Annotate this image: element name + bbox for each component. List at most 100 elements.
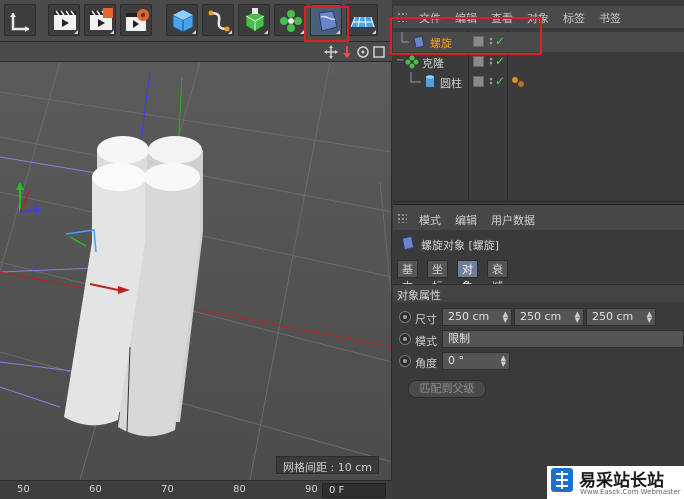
visibility-dots-icon[interactable] [489,57,493,66]
size-keyframe-radio[interactable] [399,311,411,323]
menu-edit[interactable]: 编辑 [455,10,477,26]
tab-falloff[interactable]: 衰减 [487,260,508,293]
helix-object-icon [413,35,425,49]
tab-coordinates[interactable]: 坐标 [427,260,448,293]
render-to-picture-viewer-button[interactable] [84,4,116,36]
panel-grip-icon[interactable] [397,12,407,22]
mode-select[interactable]: 限制 [442,330,684,348]
render-picture-more-icon [110,30,114,34]
size-z-value: 250 cm [592,310,634,323]
helix-object-icon [401,235,415,251]
zoom-view-icon[interactable] [340,45,354,59]
angle-label: 角度 [415,357,437,370]
menu-edit[interactable]: 编辑 [455,212,477,228]
menu-object[interactable]: 对象 [527,10,549,26]
mode-label: 模式 [415,335,437,348]
section-title: 对象属性 [397,289,441,302]
cloner-object-icon [405,55,419,69]
spline-pen-button[interactable] [202,4,234,36]
phong-tag-icon[interactable] [511,76,525,88]
floor-object-button[interactable] [346,4,378,36]
cube-object-button[interactable] [166,4,198,36]
visibility-dots-icon[interactable] [489,77,493,86]
cloned-cylinders [64,136,203,437]
visibility-dots-icon[interactable] [489,37,493,46]
object-list: 螺旋 ✓ − 克隆 ✓ 圆柱 ✓ [393,30,684,202]
menu-mode[interactable]: 模式 [419,212,441,228]
render-view-button[interactable] [48,4,80,36]
size-y-value: 250 cm [520,310,562,323]
3d-viewport[interactable]: 网格间距 : 10 cm [0,62,392,480]
tree-branch-icon [410,72,421,83]
site-url: Www.Easck.Com Webmaster [580,488,681,496]
mode-keyframe-radio[interactable] [399,333,411,345]
object-row-cylinder[interactable]: 圆柱 ✓ [393,72,684,92]
render-gear-icon [126,9,149,31]
size-y-field[interactable]: 250 cm ▲ ▼ [514,308,584,326]
render-settings-button[interactable] [120,4,152,36]
timeline-tick: 50 [17,484,30,495]
deformer-more-icon [336,30,340,34]
angle-value: 0 ° [448,354,464,367]
timeline-tick: 60 [89,484,102,495]
mode-value: 限制 [448,332,470,345]
layer-tag-icon[interactable] [473,36,484,47]
tab-basic[interactable]: 基本 [397,260,418,293]
menu-file[interactable]: 文件 [419,10,441,26]
watermark-logo: 易采站长站 Www.Easck.Com Webmaster [547,466,684,499]
object-manager-menubar: 文件 编辑 查看 对象 标签 书签 [393,6,684,28]
menu-tags[interactable]: 标签 [563,10,585,26]
move-view-icon[interactable] [324,45,338,59]
panel-grip-icon[interactable] [397,213,407,223]
size-x-value: 250 cm [448,310,490,323]
collapse-toggle-icon[interactable]: − [396,55,404,66]
stepper-icon[interactable]: ▲ ▼ [575,311,580,324]
floor-more-icon [372,30,376,34]
stepper-icon[interactable]: ▲ ▼ [647,311,652,324]
object-name[interactable]: 螺旋 [430,35,452,51]
timeline-ruler[interactable]: 50 60 70 80 90 0 F [0,480,392,499]
nurbs-more-icon [264,30,268,34]
grid-spacing-label: 网格间距 : 10 cm [276,456,379,474]
angle-field[interactable]: 0 ° ▲ ▼ [442,352,510,370]
coordinate-tool-icon [10,13,29,32]
site-logo-icon [551,468,573,492]
object-name[interactable]: 圆柱 [440,75,462,91]
object-name[interactable]: 克隆 [422,55,444,71]
stepper-icon[interactable]: ▲ ▼ [503,311,508,324]
timeline-tick: 90 [305,484,318,495]
enabled-check-icon[interactable]: ✓ [495,34,505,48]
menu-view[interactable]: 查看 [491,10,513,26]
maximize-view-icon[interactable] [372,45,386,59]
timeline-tick: 70 [161,484,174,495]
match-to-parent-button[interactable]: 匹配到父级 [408,380,486,398]
menu-bookmarks[interactable]: 书签 [599,10,621,26]
attribute-object-title: 螺旋对象 [螺旋] [421,239,500,252]
object-properties-section: 对象属性 [393,284,684,302]
size-z-field[interactable]: 250 cm ▲ ▼ [586,308,656,326]
current-frame-field[interactable]: 0 F [322,483,386,498]
attribute-manager-menubar: 模式 编辑 用户数据 [393,204,684,230]
size-x-field[interactable]: 250 cm ▲ ▼ [442,308,512,326]
layer-tag-icon[interactable] [473,76,484,87]
enabled-check-icon[interactable]: ✓ [495,54,505,68]
main-toolbar [0,0,392,42]
cube-more-icon [192,30,196,34]
viewport-scene [0,62,391,480]
menu-user-data[interactable]: 用户数据 [491,212,535,228]
rotate-view-icon[interactable] [356,45,370,59]
right-panel: 文件 编辑 查看 对象 标签 书签 螺旋 ✓ − 克隆 ✓ 圆柱 ✓ 模式 编辑… [390,0,684,499]
render-view-more-icon [74,30,78,34]
layer-tag-icon[interactable] [473,56,484,67]
deformer-twist-button[interactable] [310,4,342,36]
angle-keyframe-radio[interactable] [399,355,411,367]
coordinate-tool-button[interactable] [4,4,36,36]
cylinder-object-icon [426,75,434,87]
stepper-icon[interactable]: ▲ ▼ [501,355,506,368]
tab-object[interactable]: 对象 [457,260,478,293]
mograph-cloner-button[interactable] [274,4,306,36]
enabled-check-icon[interactable]: ✓ [495,74,505,88]
subdivision-surface-button[interactable] [238,4,270,36]
object-row-helix[interactable]: 螺旋 ✓ [393,32,684,52]
object-row-cloner[interactable]: − 克隆 ✓ [393,52,684,72]
